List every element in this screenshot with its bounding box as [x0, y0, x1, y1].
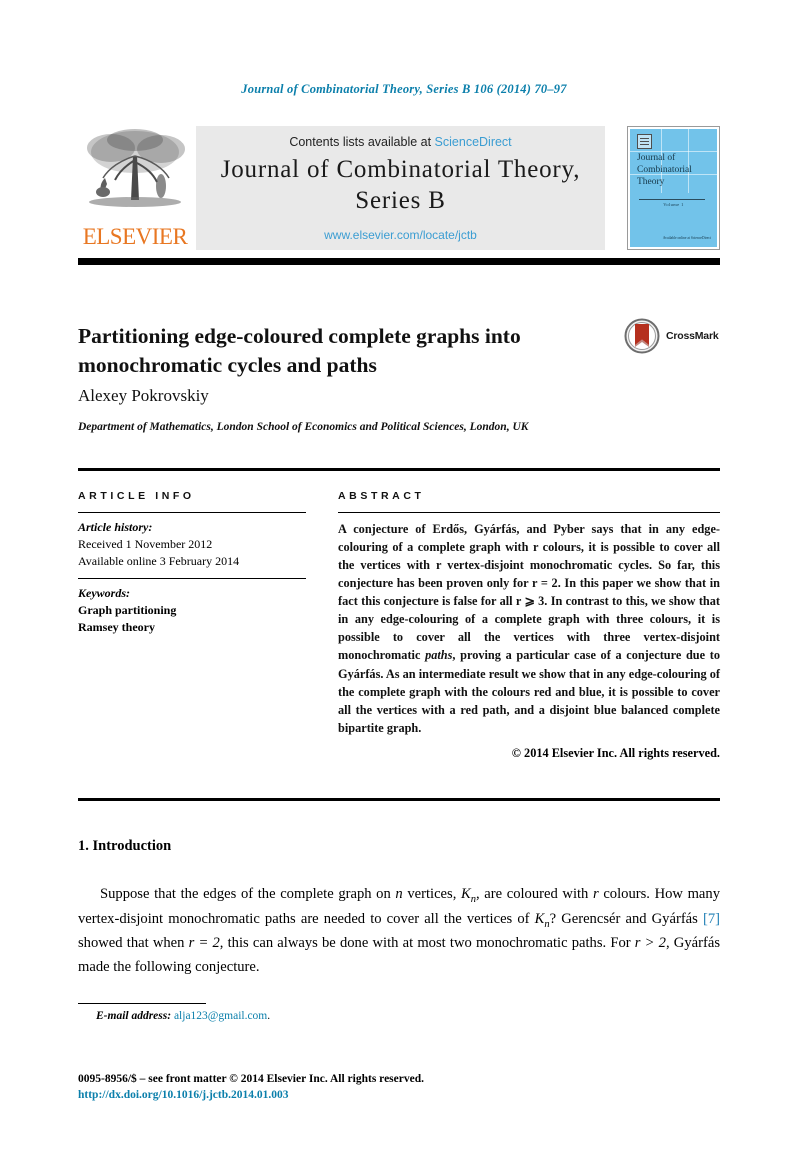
crossmark-icon	[624, 318, 660, 354]
header-thick-rule	[78, 258, 720, 265]
author-name: Alexey Pokrovskiy	[78, 386, 209, 405]
abstract-column: ABSTRACT A conjecture of Erdős, Gyárfás,…	[338, 490, 720, 761]
footnote-rule	[78, 1003, 206, 1005]
footnote-period: .	[267, 1010, 271, 1022]
journal-title-line1: Journal of Combinatorial Theory,	[220, 156, 581, 183]
intro-text-7: , this can always be done with at most t…	[219, 935, 635, 952]
contents-available-line: Contents lists available at ScienceDirec…	[289, 135, 511, 149]
journal-title: Journal of Combinatorial Theory, Series …	[221, 155, 581, 216]
cover-title: Journal of Combinatorial Theory	[637, 153, 692, 189]
math-kn2: K	[534, 910, 545, 927]
abstract-part-1: A conjecture of Erdős, Gyárfás, and Pybe…	[338, 522, 720, 663]
cover-footer-text: Available online at ScienceDirect	[662, 235, 711, 240]
sciencedirect-link[interactable]: ScienceDirect	[435, 135, 512, 149]
author-affiliation: Department of Mathematics, London School…	[78, 421, 529, 433]
citation-link-7[interactable]: [7]	[703, 911, 720, 927]
journal-center-panel: Contents lists available at ScienceDirec…	[196, 126, 605, 250]
footnote-email: E-mail address: alja123@gmail.com.	[96, 1010, 270, 1022]
section-heading-introduction: 1. Introduction	[78, 838, 172, 855]
math-r-eq-2: r = 2	[188, 935, 220, 952]
intro-text-2: vertices,	[402, 885, 461, 902]
article-received-date: Received 1 November 2012	[78, 537, 213, 551]
elsevier-logo: ELSEVIER	[78, 126, 196, 250]
article-info-divider	[78, 512, 306, 513]
crossmark-label: CrossMark	[666, 330, 719, 342]
abstract-text: A conjecture of Erdős, Gyárfás, and Pybe…	[338, 520, 720, 737]
contents-prefix: Contents lists available at	[289, 135, 435, 149]
cover-artwork: Journal of Combinatorial Theory Volume 1…	[630, 129, 719, 247]
intro-text-5: ? Gerencsér and Gyárfás	[549, 910, 703, 927]
article-history-label: Article history:	[78, 520, 153, 534]
intro-text-1: Suppose that the edges of the complete g…	[100, 885, 396, 902]
journal-header-band: ELSEVIER Contents lists available at Sci…	[78, 126, 720, 250]
footer-issn: 0095-8956/$ – see front matter © 2014 El…	[78, 1073, 424, 1085]
keyword-item: Graph partitioning	[78, 603, 177, 618]
cover-title-line3: Theory	[637, 176, 665, 187]
keywords-divider	[78, 578, 306, 580]
keyword-item: Ramsey theory	[78, 620, 155, 635]
abstract-divider	[338, 512, 720, 513]
article-info-column: ARTICLE INFO Article history: Received 1…	[78, 490, 306, 644]
paper-page: Journal of Combinatorial Theory, Series …	[0, 0, 808, 1162]
footnote-label: E-mail address:	[96, 1010, 172, 1022]
journal-cover-thumbnail: Journal of Combinatorial Theory Volume 1…	[627, 126, 720, 250]
article-info-heading: ARTICLE INFO	[78, 490, 195, 502]
cover-grid-line	[630, 151, 719, 152]
abstract-italic-word: paths	[425, 648, 453, 663]
math-r-gt-2: r > 2	[634, 935, 666, 952]
journal-homepage-link[interactable]: www.elsevier.com/locate/jctb	[324, 228, 477, 242]
cover-title-line1: Journal of	[637, 153, 676, 163]
journal-title-line2: Series B	[355, 186, 446, 214]
crossmark-badge[interactable]: CrossMark	[624, 316, 724, 356]
keywords-group: Keywords: Graph partitioning Ramsey theo…	[78, 586, 306, 636]
info-section-top-rule	[78, 468, 720, 471]
cover-divider	[639, 199, 705, 200]
elsevier-wordmark: ELSEVIER	[82, 224, 188, 249]
article-online-date: Available online 3 February 2014	[78, 554, 240, 569]
intro-paragraph: Suppose that the edges of the complete g…	[78, 883, 720, 980]
intro-text-3: , are coloured with	[475, 885, 593, 902]
abstract-heading: ABSTRACT	[338, 490, 425, 502]
keywords-label: Keywords:	[78, 586, 130, 601]
math-kn: K	[461, 885, 471, 902]
page-title: Partitioning edge-coloured complete grap…	[78, 324, 521, 377]
running-head: Journal of Combinatorial Theory, Series …	[241, 82, 567, 96]
abstract-copyright: © 2014 Elsevier Inc. All rights reserved…	[511, 745, 720, 760]
elsevier-tree-icon	[87, 129, 185, 207]
footer-doi-link[interactable]: http://dx.doi.org/10.1016/j.jctb.2014.01…	[78, 1089, 289, 1101]
email-link[interactable]: alja123@gmail.com	[174, 1010, 267, 1022]
math-n: n	[395, 885, 403, 902]
article-history-group: Article history: Received 1 November 201…	[78, 520, 306, 570]
cover-title-line2: Combinatorial	[637, 164, 692, 175]
cover-emblem-icon	[637, 134, 652, 149]
info-section-bottom-rule	[78, 798, 720, 801]
intro-text-6: showed that when	[78, 935, 189, 952]
cover-volume-text: Volume 1	[663, 202, 684, 207]
